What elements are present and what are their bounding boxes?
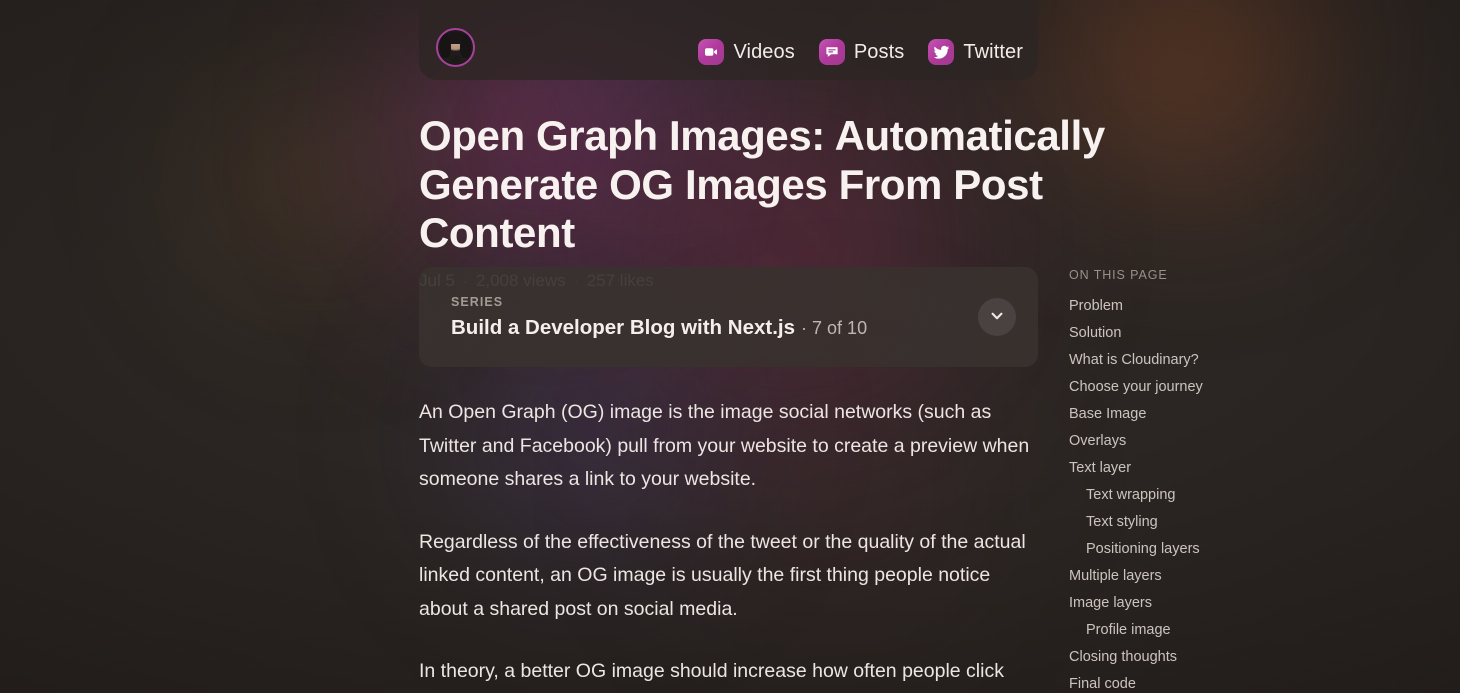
toc-item[interactable]: Profile image: [1069, 617, 1319, 644]
series-card-text: Series Build a Developer Blog with Next.…: [451, 295, 978, 340]
series-title-row: Build a Developer Blog with Next.js · 7 …: [451, 316, 978, 340]
toc-item[interactable]: Problem: [1069, 293, 1319, 320]
toc-item[interactable]: Multiple layers: [1069, 563, 1319, 590]
page-title: Open Graph Images: Automatically Generat…: [419, 112, 1105, 257]
chevron-down-icon: [989, 308, 1005, 327]
toc-item[interactable]: Overlays: [1069, 428, 1319, 455]
series-progress-value: 7 of 10: [812, 317, 868, 338]
toc-item[interactable]: Image layers: [1069, 590, 1319, 617]
post-body: An Open Graph (OG) image is the image so…: [419, 396, 1039, 693]
table-of-contents: ON THIS PAGE Problem Solution What is Clou…: [1069, 268, 1319, 693]
toc-item[interactable]: Base Image: [1069, 401, 1319, 428]
series-card[interactable]: Series Build a Developer Blog with Next.…: [419, 267, 1038, 367]
toc-item[interactable]: Closing thoughts: [1069, 644, 1319, 671]
toc-item[interactable]: Text wrapping: [1069, 482, 1319, 509]
body-paragraph: An Open Graph (OG) image is the image so…: [419, 401, 1030, 491]
toc-item[interactable]: Solution: [1069, 320, 1319, 347]
toc-item[interactable]: Positioning layers: [1069, 536, 1319, 563]
toc-heading: ON THIS PAGE: [1069, 268, 1168, 282]
toc-item[interactable]: Choose your journey: [1069, 374, 1319, 401]
body-paragraph: In theory, a better OG image should incr…: [419, 660, 1004, 683]
toc-item[interactable]: Text styling: [1069, 509, 1319, 536]
series-kicker: Series: [451, 294, 504, 309]
article-header: Open Graph Images: Automatically Generat…: [419, 0, 1105, 291]
toc-item[interactable]: Text layer: [1069, 455, 1319, 482]
body-paragraph: Regardless of the effectiveness of the t…: [419, 530, 1026, 620]
toc-item[interactable]: Final code: [1069, 671, 1319, 693]
toc-item[interactable]: What is Cloudinary?: [1069, 347, 1319, 374]
series-expand-button[interactable]: [978, 298, 1016, 336]
series-progress: · 7 of 10: [801, 318, 867, 339]
series-name: Build a Developer Blog with Next.js: [451, 315, 796, 339]
series-separator: ·: [801, 317, 808, 338]
toc-list: Problem Solution What is Cloudinary? Choose…: [1069, 293, 1319, 693]
